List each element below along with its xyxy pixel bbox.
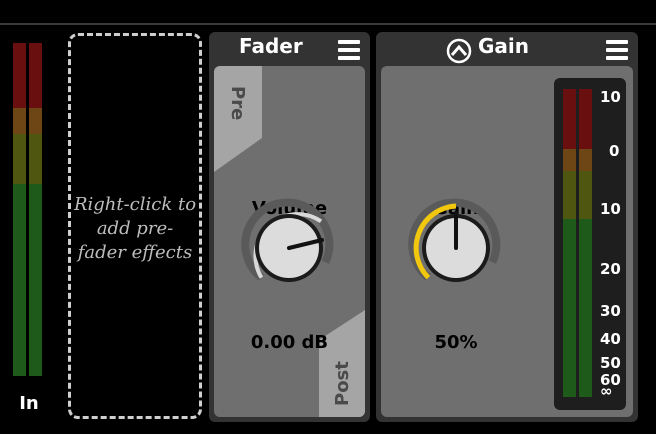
input-meter-label: In — [19, 393, 39, 414]
gain-plugin-logo-icon — [446, 38, 472, 64]
meter-scale-30: 30 — [600, 302, 621, 320]
prefader-slot-hint: Right-click to add pre- fader effects — [73, 194, 197, 263]
meter-scale-20: 20 — [600, 260, 621, 278]
volume-knob[interactable] — [234, 193, 344, 303]
fader-panel-title: Fader — [239, 34, 303, 58]
gain-knob[interactable] — [401, 193, 511, 303]
meter-scale-infinity: ∞ — [600, 382, 613, 400]
gain-panel-title: Gain — [478, 34, 530, 58]
volume-value: 0.00 dB — [250, 332, 329, 353]
gain-meter-right-channel — [579, 89, 592, 397]
gain-menu-icon[interactable] — [606, 40, 628, 60]
meter-scale-0: 0 — [609, 142, 620, 160]
prefader-effects-slot[interactable]: Right-click to add pre- fader effects — [68, 33, 202, 419]
meter-scale-50: 50 — [600, 354, 621, 372]
gain-meter-left-channel — [563, 89, 576, 397]
meter-scale-10: 10 — [600, 200, 621, 218]
pre-tab-label: Pre — [227, 86, 248, 121]
meter-scale-40: 40 — [600, 330, 621, 348]
fader-menu-icon[interactable] — [338, 40, 360, 60]
fader-panel: Fader Pre Post Volume 0.00 dB — [209, 32, 370, 422]
input-meter-right-channel — [29, 43, 42, 376]
meter-scale-10-top: 10 — [600, 88, 621, 106]
gain-value: 50% — [434, 332, 478, 353]
top-divider — [0, 23, 656, 25]
input-level-meter — [13, 43, 43, 376]
post-tab-label: Post — [332, 361, 353, 406]
input-meter-left-channel — [13, 43, 26, 376]
